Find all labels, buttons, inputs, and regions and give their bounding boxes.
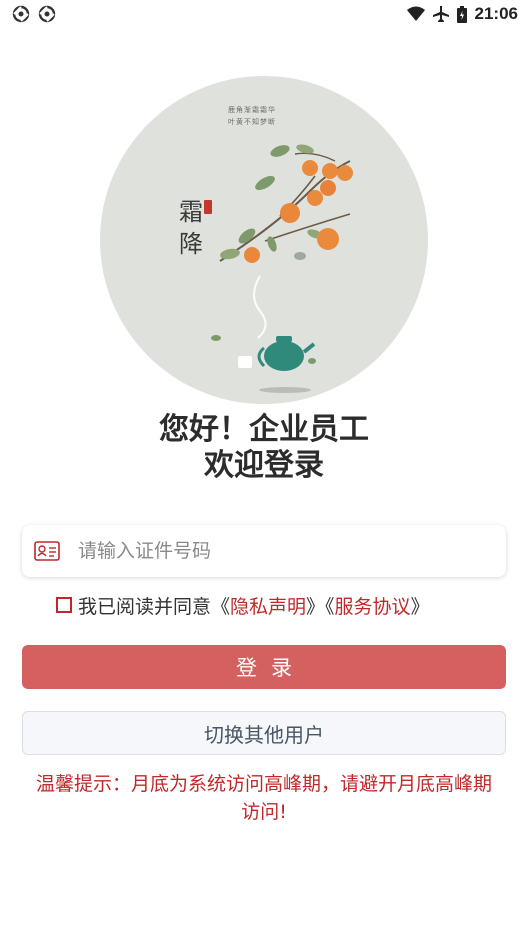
status-bar: 21:06 [0, 0, 528, 28]
warm-tip-text: 温馨提示：月底为系统访问高峰期，请避开月底高峰期访问! [35, 773, 492, 823]
sync-icon [38, 5, 56, 23]
greeting-title: 您好！企业员工 [159, 412, 369, 447]
agreement-row: 我已阅读并同意《 隐私声明 》《 服务协议 》 [56, 592, 430, 618]
sync-icon [12, 5, 30, 23]
agreement-checkbox[interactable] [56, 597, 72, 613]
calligraphy-char: 降 [179, 230, 203, 258]
poem-line: 叶黄不知梦断 [228, 118, 276, 126]
privacy-policy-link[interactable]: 隐私声明 [230, 592, 306, 619]
calligraphy-char: 霜 [179, 198, 203, 226]
battery-icon [456, 5, 467, 23]
calligraphy-title: 霜 降 [178, 196, 204, 260]
poem-line: 鹿角渐霜霜华 [228, 106, 276, 114]
service-agreement-link[interactable]: 服务协议 [335, 592, 411, 619]
greeting-subtitle: 欢迎登录 [204, 448, 324, 483]
clock: 21:06 [474, 4, 518, 23]
status-left [12, 5, 56, 23]
login-button[interactable]: 登录 [22, 645, 506, 689]
agreement-suffix: 》 [410, 595, 430, 618]
agreement-middle: 》《 [306, 595, 335, 618]
id-number-field[interactable] [22, 525, 506, 577]
switch-user-button[interactable]: 切换其他用户 [22, 711, 506, 755]
status-right: 21:06 [406, 4, 518, 24]
wifi-icon [406, 6, 425, 21]
hero-illustration: 鹿角渐霜霜华 叶黄不知梦断 霜 降 [100, 76, 428, 404]
seal-stamp [204, 200, 212, 214]
id-number-input[interactable] [76, 539, 506, 563]
poem-text: 鹿角渐霜霜华 叶黄不知梦断 [228, 104, 298, 128]
id-card-icon [34, 541, 60, 561]
agreement-prefix: 我已阅读并同意《 [78, 595, 231, 618]
airplane-icon [432, 6, 449, 22]
